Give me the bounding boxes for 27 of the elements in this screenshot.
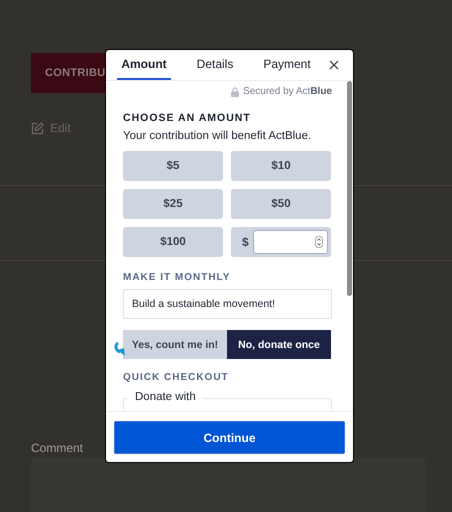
comment-label: Comment (31, 441, 84, 455)
section-heading: QUICK CHECKOUT (123, 372, 230, 383)
amount-button[interactable]: $50 (231, 189, 331, 219)
continue-button[interactable]: Continue (114, 421, 345, 454)
tab[interactable]: Details (179, 50, 251, 80)
currency-sign: $ (242, 235, 249, 249)
legend-text: Donate with (129, 391, 202, 403)
close-icon[interactable] (329, 60, 339, 70)
comment-field[interactable] (31, 458, 427, 512)
amount-button[interactable]: $5 (123, 151, 223, 181)
amount-button[interactable]: $100 (123, 227, 223, 257)
monthly-option[interactable]: Yes, count me in! (123, 330, 227, 359)
subtitle: Your contribution will benefit ActBlue. (123, 130, 312, 142)
amount-button[interactable]: $10 (231, 151, 331, 181)
amount-input[interactable] (252, 230, 328, 254)
scrollbar[interactable] (347, 81, 352, 296)
lock-icon (231, 86, 240, 96)
tab[interactable]: Amount (117, 50, 171, 80)
monthly-message: Build a sustainable movement! (123, 289, 332, 319)
secured-by-text: Secured by ActBlue (243, 86, 332, 97)
amount-button[interactable]: $25 (123, 189, 223, 219)
section-heading: CHOOSE AN AMOUNT (123, 112, 252, 124)
section-heading: MAKE IT MONTHLY (123, 272, 232, 283)
curved-arrow-icon (114, 342, 128, 357)
monthly-option[interactable]: No, donate once (227, 330, 331, 359)
spinner-icon[interactable] (315, 236, 323, 248)
tab[interactable]: Payment (251, 50, 323, 80)
